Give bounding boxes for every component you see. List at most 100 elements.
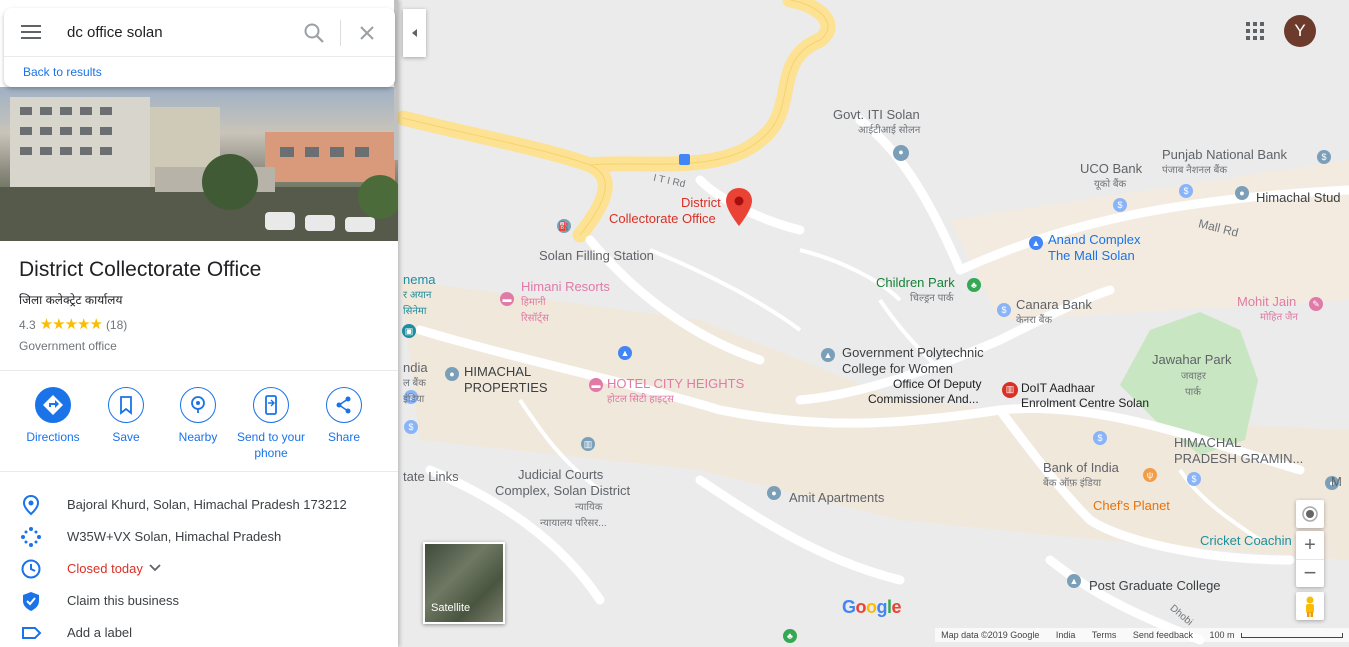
apps-grid-icon[interactable] <box>1245 21 1265 41</box>
map-label[interactable]: Enrolment Centre Solan <box>1021 396 1149 411</box>
school-pin-icon[interactable]: ▲ <box>821 348 835 362</box>
rating-row[interactable]: 4.3 ★★★★★ (18) <box>19 315 127 333</box>
bank-pin-icon[interactable]: $ <box>1179 184 1193 198</box>
region-link[interactable]: India <box>1056 630 1076 640</box>
map-label[interactable]: College for Women <box>842 361 953 376</box>
map-label[interactable]: Judicial Courts <box>518 467 603 482</box>
place-panel: District Collectorate Office जिला कलेक्ट… <box>0 0 398 647</box>
hotel-pin-icon[interactable]: ▬ <box>589 378 603 392</box>
save-button[interactable]: Save <box>90 387 162 445</box>
shopping-pin-icon[interactable]: ▲ <box>1029 236 1043 250</box>
map-label[interactable]: Cricket Coachin <box>1200 533 1292 548</box>
bank-pin-icon[interactable]: $ <box>1113 198 1127 212</box>
selected-place-marker[interactable] <box>726 188 752 228</box>
selected-place-label[interactable]: Collectorate Office <box>609 211 716 226</box>
map-label[interactable]: Mohit Jain <box>1237 294 1296 309</box>
school-pin-icon[interactable]: ● <box>893 145 909 161</box>
map-label[interactable]: Office Of Deputy <box>893 377 981 392</box>
close-icon[interactable] <box>359 25 375 41</box>
map-label[interactable]: PRADESH GRAMIN... <box>1174 451 1303 466</box>
zoom-in-button[interactable]: + <box>1296 531 1324 560</box>
map-label[interactable]: Government Polytechnic <box>842 345 984 360</box>
bus-stop-icon[interactable] <box>679 154 690 165</box>
menu-icon[interactable] <box>21 24 41 40</box>
map-label[interactable]: Amit Apartments <box>789 490 884 505</box>
verified-shield-icon <box>23 592 39 611</box>
map-label[interactable]: nema <box>403 272 436 287</box>
map-label[interactable]: UCO Bank <box>1080 161 1142 176</box>
map-label[interactable]: DoIT Aadhaar <box>1021 381 1095 396</box>
pegman-button[interactable] <box>1296 592 1324 620</box>
back-to-results-link[interactable]: Back to results <box>23 65 102 79</box>
map-label[interactable]: Commissioner And... <box>868 392 979 407</box>
map-label[interactable]: Canara Bank <box>1016 297 1092 312</box>
send-to-phone-button[interactable]: Send to your phone <box>235 387 307 461</box>
search-icon[interactable] <box>303 22 325 44</box>
map-label[interactable]: HIMACHAL <box>464 364 531 379</box>
map-label[interactable]: M <box>1331 474 1342 489</box>
chevron-down-icon[interactable] <box>149 563 161 573</box>
place-pin-icon[interactable]: ● <box>445 367 459 381</box>
place-pin-icon[interactable]: $ <box>1317 150 1331 164</box>
map-label[interactable]: HIMACHAL <box>1174 435 1241 450</box>
restaurant-pin-icon[interactable]: ψ <box>1143 468 1157 482</box>
user-avatar[interactable]: Y <box>1284 15 1316 47</box>
map-label[interactable]: Chef's Planet <box>1093 498 1170 513</box>
place-photo[interactable] <box>0 87 398 241</box>
address-row[interactable]: Bajoral Khurd, Solan, Himachal Pradesh 1… <box>0 488 398 520</box>
map-label[interactable]: Himachal Stud <box>1256 190 1341 205</box>
rating-stars-icon: ★★★★★ <box>39 316 103 333</box>
government-pin-icon[interactable]: ▥ <box>1002 382 1018 398</box>
map-label[interactable]: The Mall Solan <box>1048 248 1135 263</box>
place-category[interactable]: Government office <box>19 339 117 353</box>
bank-pin-icon[interactable]: $ <box>404 420 418 434</box>
map-label[interactable]: Post Graduate College <box>1089 578 1221 593</box>
selected-place-label[interactable]: District <box>681 195 721 210</box>
collapse-panel-button[interactable] <box>403 9 426 57</box>
satellite-toggle[interactable]: Satellite <box>423 542 505 624</box>
share-button[interactable]: Share <box>308 387 380 445</box>
map-label[interactable]: Punjab National Bank <box>1162 147 1287 162</box>
map-label[interactable]: Children Park <box>876 275 955 290</box>
map-label[interactable]: Anand Complex <box>1048 232 1141 247</box>
add-label-row[interactable]: Add a label <box>0 616 398 647</box>
map-label[interactable]: HOTEL CITY HEIGHTS <box>607 376 744 391</box>
claim-business-row[interactable]: Claim this business <box>0 584 398 616</box>
search-input[interactable]: dc office solan <box>67 24 163 41</box>
nearby-button[interactable]: Nearby <box>162 387 234 445</box>
my-location-button[interactable] <box>1296 500 1324 528</box>
zoom-out-button[interactable]: − <box>1296 560 1324 587</box>
map-label[interactable]: Himani Resorts <box>521 279 610 294</box>
review-count[interactable]: (18) <box>106 318 127 332</box>
scale-label[interactable]: 100 m <box>1209 630 1234 640</box>
bank-pin-icon[interactable]: $ <box>997 303 1011 317</box>
park-pin-icon[interactable]: ♣ <box>783 629 797 643</box>
hours-row[interactable]: Closed today <box>0 552 398 584</box>
map-label: न्यायालय परिसर... <box>540 518 607 529</box>
terms-link[interactable]: Terms <box>1092 630 1117 640</box>
map-label[interactable]: Govt. ITI Solan <box>833 107 920 122</box>
bank-pin-icon[interactable]: $ <box>1093 431 1107 445</box>
map-label[interactable]: Bank of India <box>1043 460 1119 475</box>
cinema-pin-icon[interactable]: ▣ <box>402 324 416 338</box>
map-label[interactable]: ndia <box>403 360 428 375</box>
gas-station-icon[interactable]: ⛽ <box>557 219 571 233</box>
map-label[interactable]: Complex, Solan District <box>495 483 630 498</box>
map-label[interactable]: Jawahar Park <box>1152 352 1231 367</box>
place-pin-icon[interactable]: ● <box>1235 186 1249 200</box>
send-feedback-link[interactable]: Send feedback <box>1133 630 1193 640</box>
place-pin-icon[interactable]: ● <box>767 486 781 500</box>
plus-code-row[interactable]: W35W+VX Solan, Himachal Pradesh <box>0 520 398 552</box>
shopping-pin-icon[interactable]: ▲ <box>618 346 632 360</box>
hotel-pin-icon[interactable]: ▬ <box>500 292 514 306</box>
map-label[interactable]: PROPERTIES <box>464 380 548 395</box>
school-pin-icon[interactable]: ▲ <box>1067 574 1081 588</box>
government-pin-icon[interactable]: ▥ <box>581 437 595 451</box>
bank-pin-icon[interactable]: $ <box>1187 472 1201 486</box>
map-label[interactable]: tate Links <box>403 469 459 484</box>
park-pin-icon[interactable]: ♣ <box>967 278 981 292</box>
save-label: Save <box>112 430 140 444</box>
map-label[interactable]: Solan Filling Station <box>539 248 654 263</box>
shopping-pin-icon[interactable]: ✎ <box>1309 297 1323 311</box>
directions-button[interactable]: Directions <box>17 387 89 445</box>
